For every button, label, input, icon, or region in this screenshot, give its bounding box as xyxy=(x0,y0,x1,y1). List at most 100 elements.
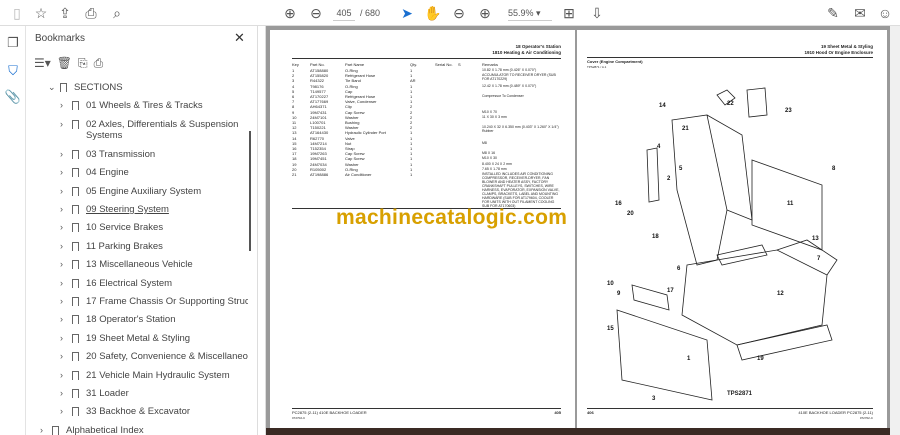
chevron-right-icon[interactable]: › xyxy=(60,296,63,307)
bookmark-label: 02 Axles, Differentials & Suspension xyxy=(86,118,239,130)
bookmark-label: 20 Safety, Convenience & Miscellaneous xyxy=(86,351,248,363)
toolbar: ▯ ☆ ⇪ ⎙ ⌕ ⊕ ⊖ 405 / 680 ➤ ✋ ⊖ ⊕ 55.9% ▾ … xyxy=(0,0,900,26)
chevron-right-icon[interactable]: › xyxy=(40,425,43,435)
left-rail: ❐ ⛉ 📎 xyxy=(0,26,26,435)
chevron-right-icon[interactable]: › xyxy=(60,241,63,252)
chevron-right-icon[interactable]: › xyxy=(60,351,63,362)
save-icon[interactable]: ▯ xyxy=(8,4,26,22)
page-405: 18 Operator's Station 1810 Heating & Air … xyxy=(270,30,575,428)
callout-label: 21 xyxy=(682,126,689,132)
bookmark-flag-icon xyxy=(72,260,79,270)
bookmarks-panel: Bookmarks ✕ ☰▾ 🗑 ⎘ ⎙ ⌄ SECTIONS › 01 Wheels… xyxy=(26,26,258,435)
chevron-right-icon[interactable]: › xyxy=(60,186,63,197)
chevron-right-icon[interactable]: › xyxy=(60,204,63,215)
footer-right: 410E BACKHOE LOADER PC2875 (2-11) xyxy=(798,410,873,415)
bookmark-label: 21 Vehicle Main Hydraulic System xyxy=(86,369,230,381)
page-number-input[interactable]: 405 xyxy=(333,5,355,21)
page-down-icon[interactable]: ⊖ xyxy=(307,4,325,22)
callout-label: 5 xyxy=(679,166,683,172)
options-menu-icon[interactable]: ☰▾ xyxy=(34,56,51,70)
bookmark-search-icon[interactable]: ⎙ xyxy=(94,56,104,71)
bookmark-label: 19 Sheet Metal & Styling xyxy=(86,332,191,344)
print-icon[interactable]: ⎙ xyxy=(82,4,100,22)
taskbar-strip xyxy=(266,428,890,435)
bookmark-flag-icon xyxy=(72,119,79,129)
page-fit-icon[interactable]: ⊞ xyxy=(560,4,578,22)
chevron-right-icon[interactable]: › xyxy=(60,314,63,325)
chevron-right-icon[interactable]: › xyxy=(60,388,63,399)
upload-icon[interactable]: ⇪ xyxy=(56,4,74,22)
search-icon[interactable]: ⌕ xyxy=(108,4,126,22)
bookmark-label-cont: Systems xyxy=(86,129,123,141)
table-cell: Compressor To Condenser xyxy=(482,94,524,98)
column-header: Key xyxy=(292,62,299,67)
chevron-right-icon[interactable]: › xyxy=(60,333,63,344)
callout-label: 9 xyxy=(617,291,621,297)
column-header: Remarks xyxy=(482,62,499,67)
chevron-right-icon[interactable]: › xyxy=(60,149,63,160)
bookmark-label: 11 Parking Brakes xyxy=(86,240,163,252)
panel-splitter[interactable] xyxy=(258,26,266,435)
scroll-mode-icon[interactable]: ⇩ xyxy=(588,4,606,22)
column-header: S xyxy=(458,62,461,67)
callout-label: 18 xyxy=(652,234,659,240)
panel-scrollbar[interactable] xyxy=(249,131,251,251)
bookmark-flag-icon xyxy=(72,315,79,325)
chevron-right-icon[interactable]: › xyxy=(60,119,63,130)
table-cell: 10.82 X 1.78 mm (0.426" X 0.070") xyxy=(482,68,537,72)
chevron-right-icon[interactable]: › xyxy=(60,406,63,417)
chevron-right-icon[interactable]: › xyxy=(60,259,63,270)
chevron-right-icon[interactable]: › xyxy=(60,100,63,111)
document-scrollbar[interactable] xyxy=(890,26,900,435)
bookmark-flag-icon xyxy=(72,186,79,196)
page-number: 405 xyxy=(554,410,561,415)
callout-label: 17 xyxy=(667,288,674,294)
bookmark-flag-icon xyxy=(72,333,79,343)
watermark: machinecatalogic.com xyxy=(336,206,568,229)
bookmark-flag-icon xyxy=(52,425,59,435)
new-bookmark-icon[interactable]: ⎘ xyxy=(78,56,88,71)
callout-label: 2 xyxy=(667,176,671,182)
zoom-out-icon[interactable]: ⊖ xyxy=(450,4,468,22)
page-up-icon[interactable]: ⊕ xyxy=(281,4,299,22)
chevron-right-icon[interactable]: › xyxy=(60,167,63,178)
bookmark-flag-icon xyxy=(72,389,79,398)
select-cursor-icon[interactable]: ➤ xyxy=(398,4,416,22)
table-cell: M10 X 30 xyxy=(482,156,497,161)
callout-label: 7 xyxy=(817,256,821,262)
bookmark-label: 04 Engine xyxy=(86,167,129,179)
pages-icon[interactable]: ❐ xyxy=(4,34,22,52)
callout-label: 15 xyxy=(607,326,614,332)
chevron-right-icon[interactable]: › xyxy=(60,278,63,289)
bookmark-icon[interactable]: ⛉ xyxy=(4,62,22,80)
page-total: / 680 xyxy=(360,8,381,18)
chevron-right-icon[interactable]: › xyxy=(60,370,63,381)
callout-label: 3 xyxy=(652,396,656,402)
bookmark-label: 13 Miscellaneous Vehicle xyxy=(86,259,193,271)
callout-label: 12 xyxy=(777,291,784,297)
zoom-select[interactable]: 55.9% ▾ xyxy=(508,5,552,21)
zoom-in-icon[interactable]: ⊕ xyxy=(476,4,494,22)
panel-title: Bookmarks xyxy=(35,33,86,44)
exploded-diagram: 14 22 23 21 4 5 2 8 18 16 20 11 17 13 7 109 6 12 15 3 1 19 xyxy=(607,87,838,402)
bookmark-label: Alphabetical Index xyxy=(66,424,144,435)
close-icon[interactable]: ✕ xyxy=(234,30,245,46)
page-number: 406 xyxy=(587,410,594,415)
delete-icon[interactable]: 🗑 xyxy=(57,56,72,70)
star-icon[interactable]: ☆ xyxy=(32,4,50,22)
bookmark-label: 10 Service Brakes xyxy=(86,222,164,234)
hand-icon[interactable]: ✋ xyxy=(424,4,442,22)
table-cell: ACCUMULATOR TO RECEIVER DRYER (SUB FOR A… xyxy=(482,73,556,82)
figure-id: TPS2871 xyxy=(727,391,753,397)
account-icon[interactable]: ☺ xyxy=(876,4,894,22)
chevron-down-icon[interactable]: ⌄ xyxy=(48,82,56,93)
callout-label: 13 xyxy=(812,236,819,242)
column-header: Qty. xyxy=(410,62,418,67)
table-cell: 11 X 30 X 3 mm xyxy=(482,114,507,119)
bookmark-flag-icon xyxy=(72,223,79,233)
email-icon[interactable]: ✉ xyxy=(851,4,869,22)
chevron-right-icon[interactable]: › xyxy=(60,222,63,233)
bookmark-label: 31 Loader xyxy=(86,388,129,399)
sign-icon[interactable]: ✎ xyxy=(824,4,842,22)
attachment-icon[interactable]: 📎 xyxy=(4,88,22,106)
